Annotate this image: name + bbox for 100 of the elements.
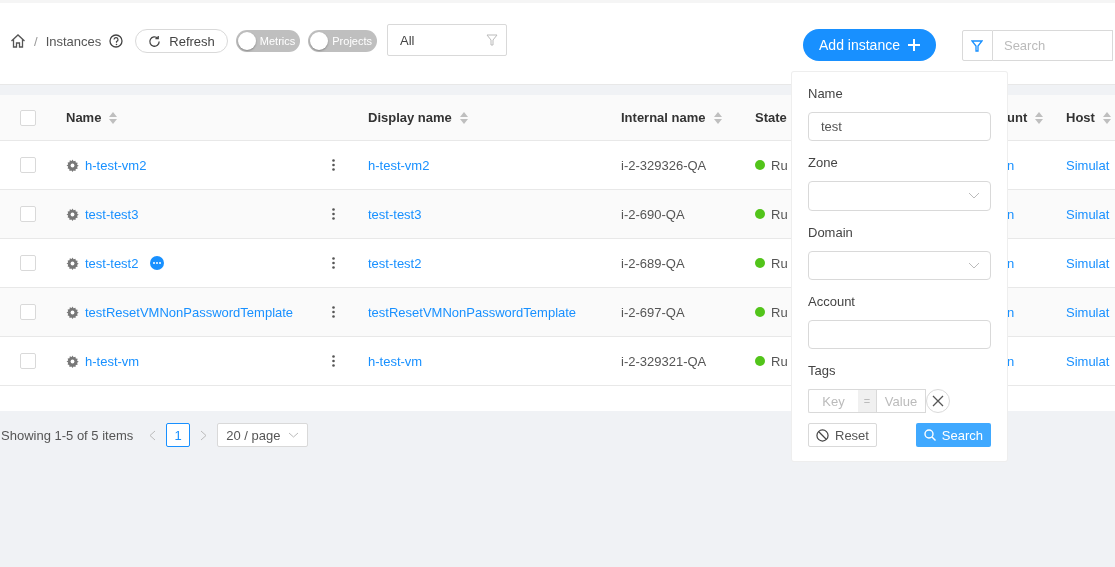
display-name-link[interactable]: test-test3 [368, 206, 422, 222]
row-checkbox[interactable] [20, 206, 36, 222]
table-cell: Ru [771, 206, 788, 222]
gear-icon [66, 158, 79, 172]
field-label: Name [808, 86, 844, 101]
row-checkbox[interactable] [20, 304, 36, 320]
search-button[interactable]: Search [915, 423, 991, 447]
pagination-summary: Showing 1-5 of 5 items [1, 427, 134, 443]
table-cell: i-2-329326-QA [621, 157, 707, 173]
row-checkbox[interactable] [20, 353, 36, 369]
text-field[interactable]: test [808, 112, 991, 142]
host-link[interactable]: Simulat [1066, 255, 1110, 271]
toggle-switch[interactable]: Metrics [235, 30, 301, 52]
help-icon[interactable] [109, 34, 124, 48]
sort-icon[interactable] [109, 111, 118, 124]
status-dot [755, 258, 765, 268]
host-link[interactable]: Simulat [1066, 157, 1110, 173]
table-cell: Ru [771, 304, 788, 320]
equals-sign: = [858, 389, 876, 413]
account-link[interactable]: n [1007, 157, 1015, 173]
add-instance-button[interactable]: Add instance [803, 29, 936, 61]
breadcrumb-separator: / [34, 33, 38, 49]
display-name-link[interactable]: h-test-vm2 [368, 157, 430, 173]
more-icon [332, 159, 335, 171]
column-header: Name [66, 110, 102, 125]
host-link[interactable]: Simulat [1066, 353, 1110, 369]
plus-icon [907, 39, 920, 51]
table-cell: i-2-697-QA [621, 304, 685, 320]
row-checkbox[interactable] [20, 157, 36, 173]
table-cell: i-2-690-QA [621, 206, 685, 222]
status-dot [755, 209, 765, 219]
sort-icon[interactable] [1102, 111, 1111, 124]
table-cell: i-2-329321-QA [621, 353, 707, 369]
chevron-down-icon [968, 192, 980, 200]
search-field[interactable]: Search [992, 30, 1113, 61]
gear-icon [66, 354, 79, 368]
display-name-link[interactable]: test-test2 [368, 255, 422, 271]
text-field[interactable] [808, 319, 991, 349]
host-link[interactable]: Simulat [1066, 304, 1110, 320]
status-dot [755, 356, 765, 366]
reset-button[interactable]: Reset [808, 423, 877, 447]
more-icon [332, 355, 335, 367]
select-all-checkbox[interactable] [20, 109, 36, 126]
chevron-down-icon [968, 261, 980, 269]
account-link[interactable]: n [1007, 353, 1015, 369]
refresh-icon [148, 34, 162, 48]
table-cell: Ru [771, 353, 788, 369]
filter-button[interactable] [961, 30, 993, 61]
instance-link[interactable]: h-test-vm [85, 353, 140, 369]
field-label: Tags [808, 363, 837, 378]
table-cell: Ru [771, 255, 788, 271]
filter-icon [971, 39, 984, 52]
prohibited-icon [816, 428, 829, 442]
display-name-link[interactable]: h-test-vm [368, 353, 423, 369]
tag-key-field[interactable]: Key [808, 389, 858, 413]
next-page-icon[interactable] [200, 429, 208, 441]
instance-link[interactable]: test-test3 [85, 206, 139, 222]
field-label: Account [808, 293, 856, 309]
sort-icon[interactable] [1035, 111, 1044, 124]
sort-icon[interactable] [459, 111, 468, 124]
more-icon [332, 306, 335, 318]
home-icon[interactable] [10, 33, 26, 49]
display-name-link[interactable]: testResetVMNonPasswordTemplate [368, 304, 577, 320]
field-label: Domain [808, 224, 854, 240]
close-button[interactable] [926, 389, 950, 413]
chevron-down-icon [288, 432, 300, 438]
page-button[interactable]: 1 [166, 423, 191, 447]
refresh-button[interactable]: Refresh [135, 29, 228, 53]
table-cell: i-2-689-QA [621, 255, 685, 271]
account-link[interactable]: n [1007, 255, 1015, 271]
account-link[interactable]: n [1007, 304, 1015, 320]
gear-icon [66, 256, 79, 270]
gear-icon [66, 305, 79, 319]
account-link[interactable]: n [1007, 206, 1015, 222]
select-field[interactable] [808, 181, 991, 211]
breadcrumb-item: Instances [45, 33, 102, 49]
status-dot [755, 307, 765, 317]
field-label: Zone [808, 155, 839, 171]
toggle-switch[interactable]: Projects [308, 30, 377, 52]
filter-select[interactable]: All [387, 24, 507, 56]
status-dot [755, 160, 765, 170]
previous-page-icon[interactable] [149, 429, 157, 441]
column-header: Host [1066, 110, 1095, 125]
filter-icon [486, 34, 498, 46]
tag-value-field[interactable]: Value [876, 389, 926, 413]
row-checkbox[interactable] [20, 255, 36, 271]
column-header: Internal name [621, 110, 706, 125]
page-size-select[interactable]: 20 / page [217, 423, 309, 447]
search-icon [923, 429, 936, 441]
select-field[interactable] [808, 250, 991, 280]
instance-link[interactable]: test-test2 [85, 255, 139, 271]
more-icon [332, 208, 335, 220]
more-icon [332, 257, 335, 269]
sort-icon[interactable] [713, 111, 722, 124]
close-icon [932, 395, 944, 407]
column-header: unt [1007, 110, 1028, 125]
instance-link[interactable]: testResetVMNonPasswordTemplate [85, 304, 294, 320]
instance-link[interactable]: h-test-vm2 [85, 157, 147, 173]
table-cell: Ru [771, 157, 788, 173]
host-link[interactable]: Simulat [1066, 206, 1110, 222]
